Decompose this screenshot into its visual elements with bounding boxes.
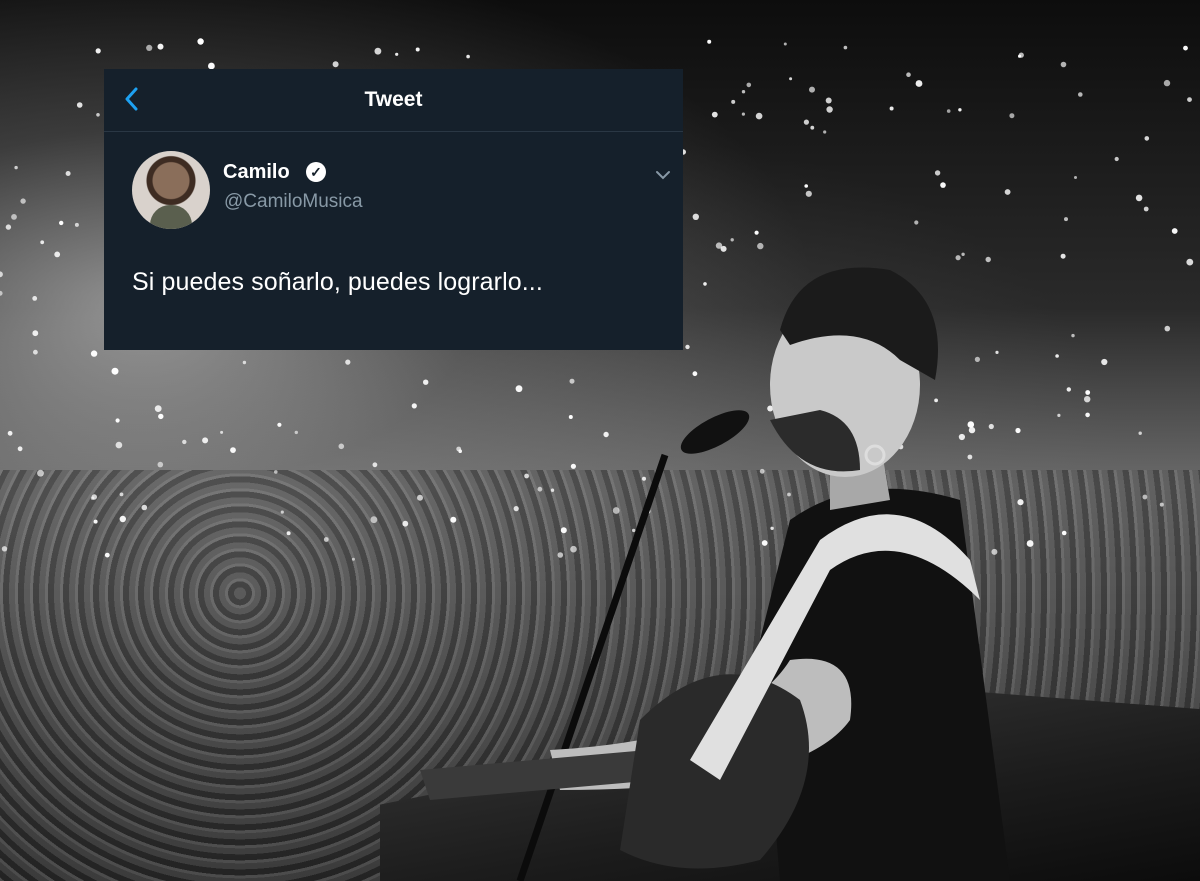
- author-name[interactable]: Camilo: [223, 161, 290, 184]
- author-row[interactable]: Camilo ✓ @CamiloMusica: [132, 151, 683, 231]
- tweet-header: Tweet: [104, 69, 683, 132]
- tweet-text: Si puedes soñarlo, puedes lograrlo...: [132, 268, 543, 296]
- avatar[interactable]: [132, 151, 210, 229]
- tweet-card: Tweet Camilo ✓ @CamiloMusica Si puedes s…: [104, 69, 683, 350]
- verified-badge-icon: ✓: [306, 162, 326, 182]
- author-handle[interactable]: @CamiloMusica: [224, 191, 363, 213]
- header-title: Tweet: [364, 88, 423, 111]
- chevron-down-icon[interactable]: [655, 167, 671, 183]
